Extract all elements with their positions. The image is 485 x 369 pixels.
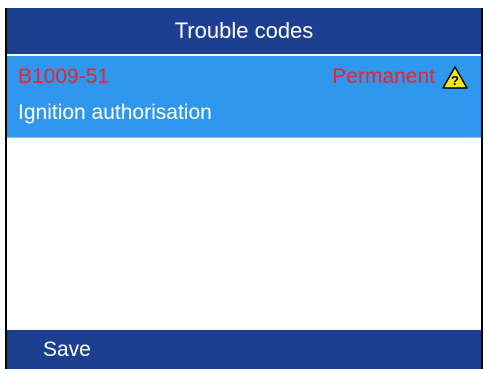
warning-question-icon: ? bbox=[442, 66, 468, 90]
diagnostic-screen: Trouble codes B1009-51 Permanent ? Ignit… bbox=[5, 8, 483, 369]
svg-text:?: ? bbox=[451, 73, 459, 88]
dtc-list-item[interactable]: B1009-51 Permanent ? Ignition authorisat… bbox=[7, 56, 481, 138]
dtc-description: Ignition authorisation bbox=[18, 101, 212, 124]
dtc-status: Permanent bbox=[332, 65, 435, 88]
title-bar: Trouble codes bbox=[7, 8, 481, 54]
dtc-code: B1009-51 bbox=[18, 65, 110, 88]
page-title: Trouble codes bbox=[174, 18, 314, 43]
bottom-toolbar: Save bbox=[7, 330, 481, 369]
save-button[interactable]: Save bbox=[43, 338, 91, 362]
dtc-list-empty-area bbox=[7, 139, 481, 330]
